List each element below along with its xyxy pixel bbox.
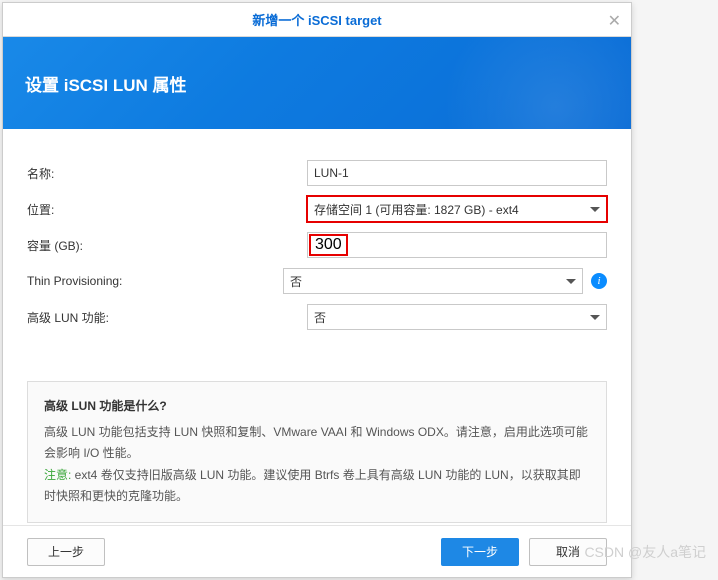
- capacity-value: 300: [309, 234, 348, 256]
- dialog-window: 新增一个 iSCSI target ✕ 设置 iSCSI LUN 属性 名称: …: [2, 2, 632, 578]
- thin-value: 否: [290, 273, 302, 290]
- dialog-header: 新增一个 iSCSI target ✕: [3, 3, 631, 37]
- form-area: 名称: 位置: 存储空间 1 (可用容量: 1827 GB) - ext4 容量…: [3, 129, 631, 347]
- info-note-label: 注意:: [44, 468, 71, 482]
- location-label: 位置:: [27, 201, 307, 218]
- name-label: 名称:: [27, 165, 307, 182]
- row-location: 位置: 存储空间 1 (可用容量: 1827 GB) - ext4: [27, 191, 607, 227]
- adv-label: 高级 LUN 功能:: [27, 309, 307, 326]
- capacity-label: 容量 (GB):: [27, 237, 307, 254]
- dialog-title: 新增一个 iSCSI target: [252, 10, 381, 29]
- adv-value: 否: [314, 309, 326, 326]
- row-adv: 高级 LUN 功能: 否: [27, 299, 607, 335]
- info-box: 高级 LUN 功能是什么? 高级 LUN 功能包括支持 LUN 快照和复制、VM…: [27, 381, 607, 523]
- capacity-input-wrap[interactable]: 300: [307, 232, 607, 258]
- row-thin: Thin Provisioning: 否 i: [27, 263, 607, 299]
- info-note: 注意: ext4 卷仅支持旧版高级 LUN 功能。建议使用 Btrfs 卷上具有…: [44, 465, 590, 508]
- thin-label: Thin Provisioning:: [27, 274, 283, 288]
- info-body: 高级 LUN 功能包括支持 LUN 快照和复制、VMware VAAI 和 Wi…: [44, 422, 590, 465]
- info-note-body: ext4 卷仅支持旧版高级 LUN 功能。建议使用 Btrfs 卷上具有高级 L…: [44, 468, 581, 504]
- info-question: 高级 LUN 功能是什么?: [44, 396, 590, 418]
- name-input[interactable]: [307, 160, 607, 186]
- location-value: 存储空间 1 (可用容量: 1827 GB) - ext4: [314, 201, 519, 218]
- dialog-footer: 上一步 下一步 取消: [3, 525, 631, 577]
- cancel-button[interactable]: 取消: [529, 538, 607, 566]
- close-icon[interactable]: ✕: [608, 11, 621, 31]
- chevron-down-icon: [566, 279, 576, 284]
- info-icon[interactable]: i: [591, 273, 607, 289]
- back-button[interactable]: 上一步: [27, 538, 105, 566]
- banner: 设置 iSCSI LUN 属性: [3, 37, 631, 129]
- chevron-down-icon: [590, 315, 600, 320]
- banner-title: 设置 iSCSI LUN 属性: [25, 71, 187, 96]
- chevron-down-icon: [590, 207, 600, 212]
- thin-dropdown[interactable]: 否: [283, 268, 583, 294]
- next-button[interactable]: 下一步: [441, 538, 519, 566]
- row-name: 名称:: [27, 155, 607, 191]
- row-capacity: 容量 (GB): 300: [27, 227, 607, 263]
- location-dropdown[interactable]: 存储空间 1 (可用容量: 1827 GB) - ext4: [307, 196, 607, 222]
- adv-dropdown[interactable]: 否: [307, 304, 607, 330]
